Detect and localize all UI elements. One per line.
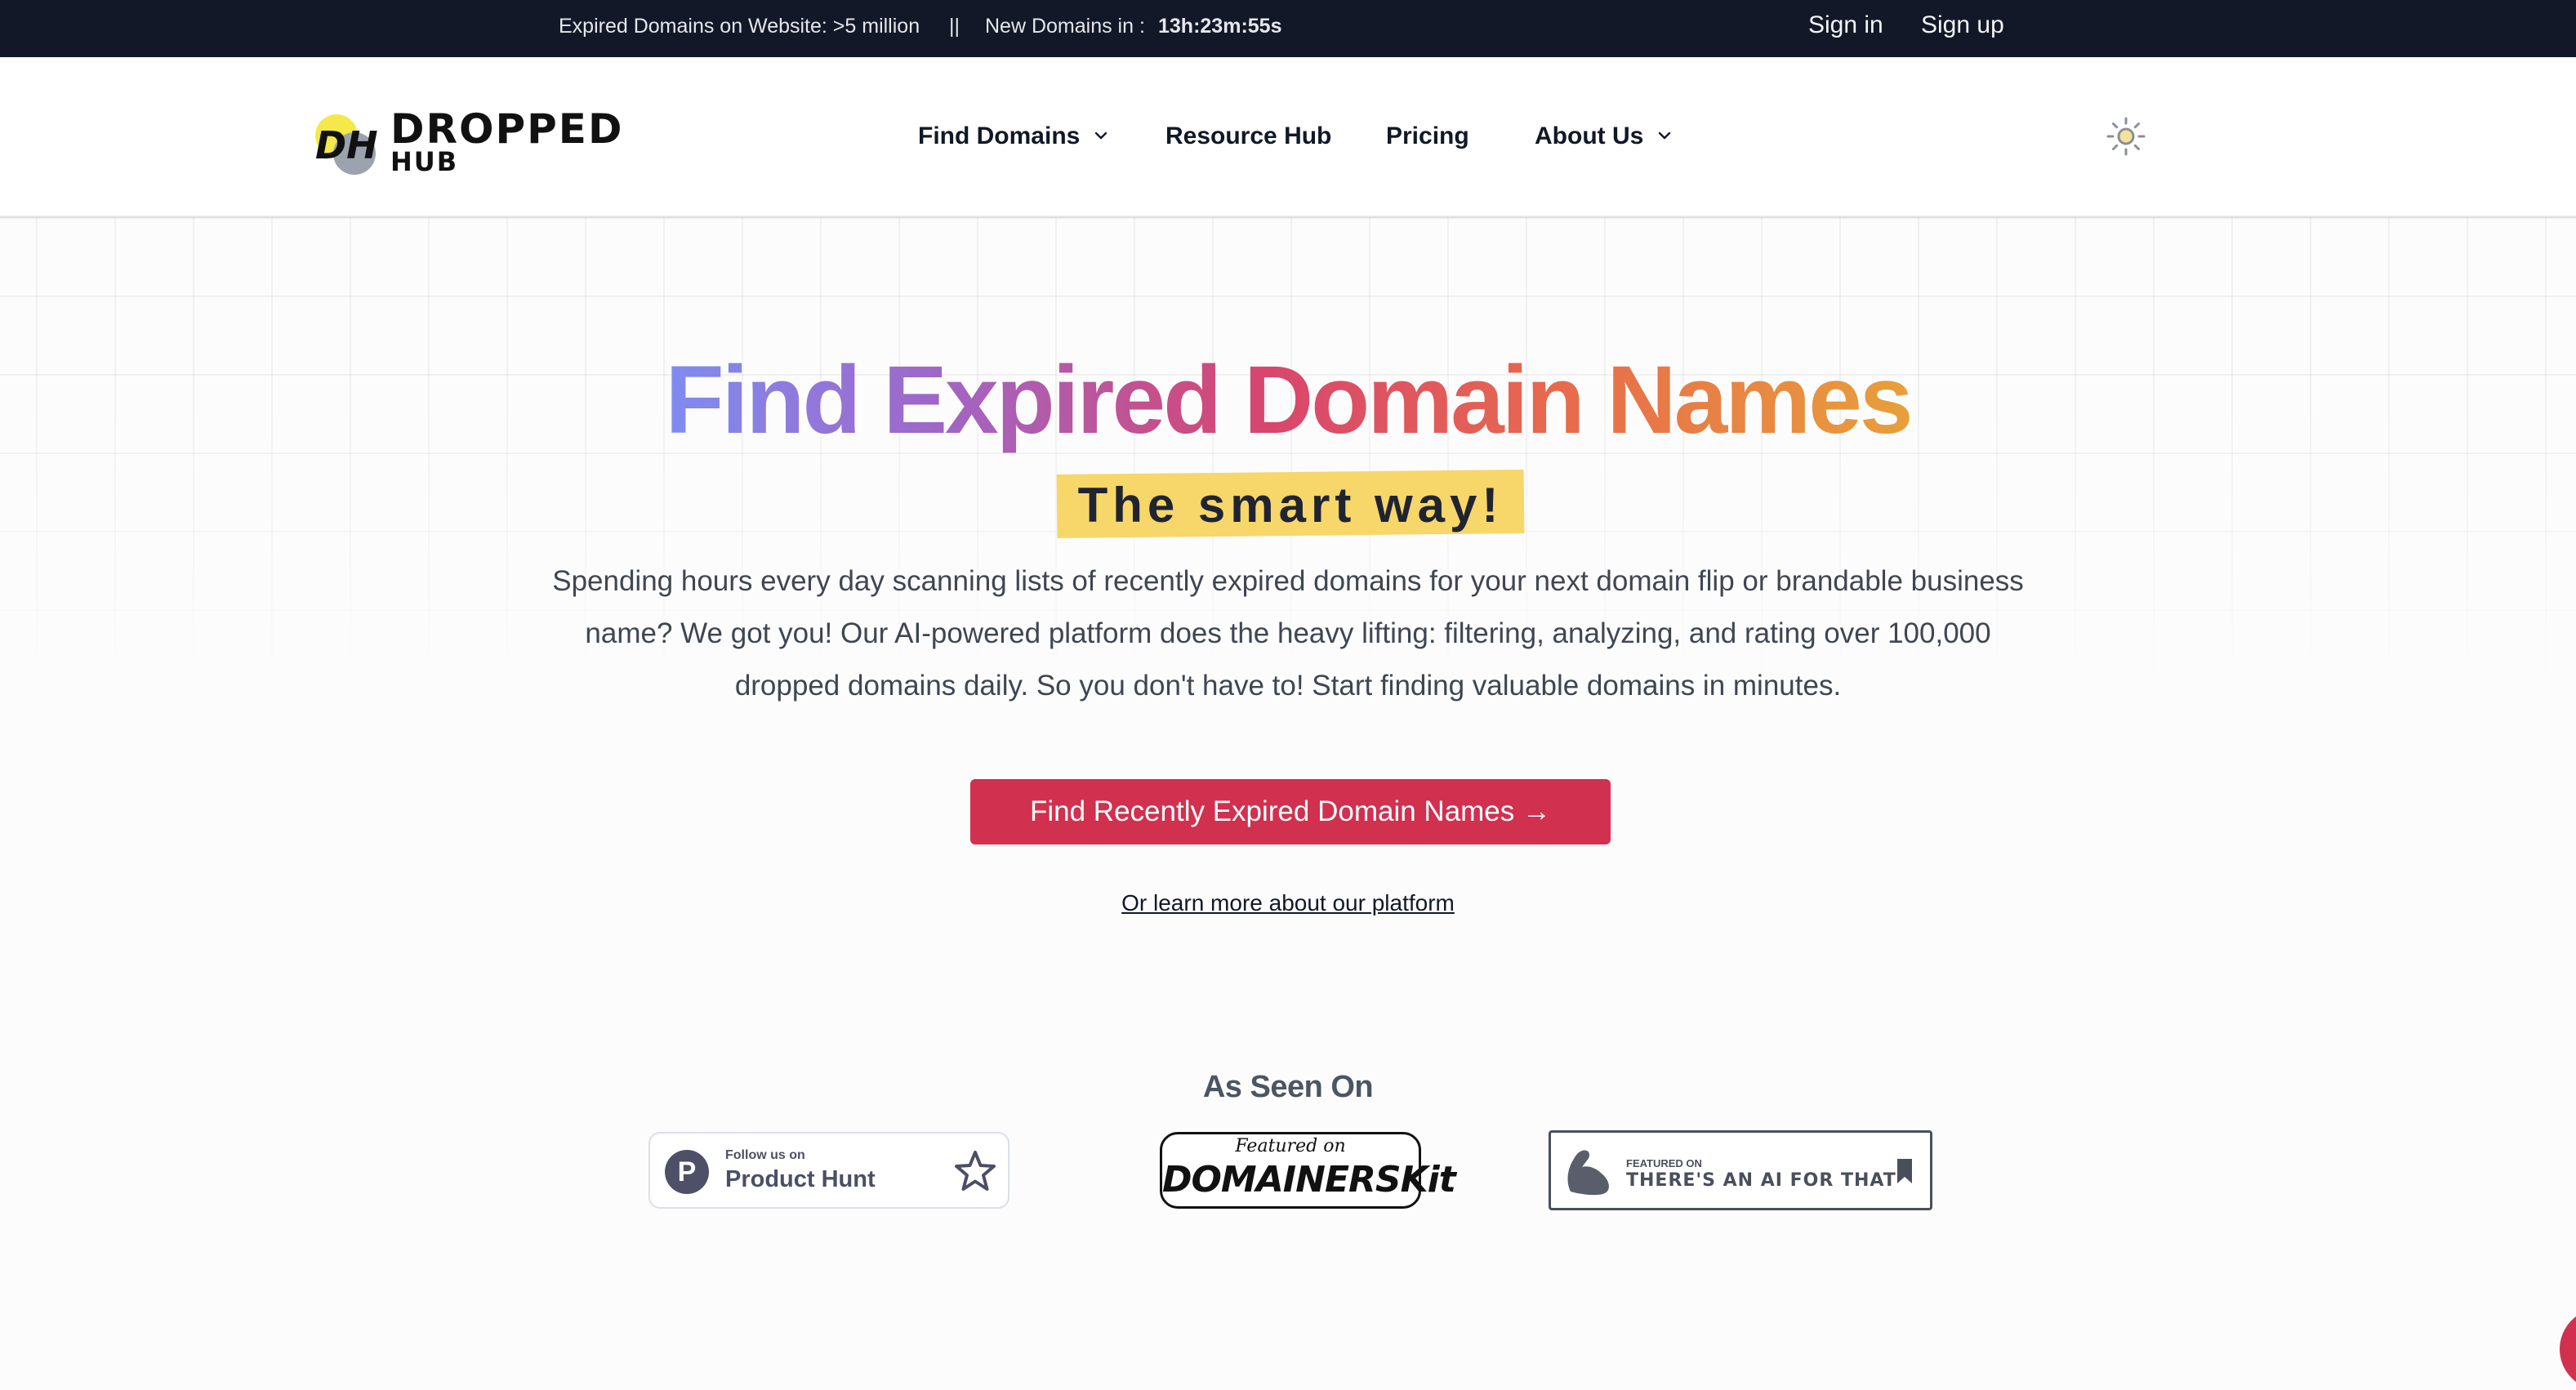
- logo-mark-icon: DH: [315, 114, 378, 175]
- ai-featured-text: FEATURED ON: [1626, 1157, 1702, 1169]
- stat-separator: ||: [949, 15, 960, 38]
- product-hunt-small-text: Follow us on: [725, 1148, 805, 1162]
- hero-title-text: Find Expired Domain Names: [665, 346, 1914, 454]
- chevron-down-icon: [1658, 131, 1670, 140]
- learn-more-link[interactable]: Or learn more about our platform: [0, 890, 2576, 916]
- nav-about-us-label: About Us: [1535, 123, 1644, 149]
- product-hunt-icon: P: [665, 1150, 709, 1194]
- new-domains-label: New Domains in :: [985, 15, 1145, 38]
- nav-find-domains[interactable]: Find Domains: [918, 123, 1108, 150]
- flexed-arm-icon: [1567, 1150, 1609, 1196]
- hero-tagline: The smart way!: [1077, 478, 1504, 532]
- chevron-down-icon: [1094, 131, 1107, 140]
- hero-title: Find Expired Domain Names: [0, 343, 2576, 457]
- nav-find-domains-label: Find Domains: [918, 123, 1081, 149]
- logo-text-dropped: DROPPED: [390, 105, 624, 153]
- product-hunt-badge[interactable]: P Follow us on Product Hunt: [648, 1132, 1009, 1209]
- sign-in-link[interactable]: Sign in: [1808, 11, 1883, 39]
- chat-widget-button[interactable]: [2560, 1308, 2576, 1390]
- theres-an-ai-for-that-badge[interactable]: FEATURED ON THERE'S AN AI FOR THAT: [1549, 1130, 1932, 1210]
- countdown-timer: 13h:23m:55s: [1158, 15, 1282, 38]
- domainerskit-name: DOMAINERSKit: [1162, 1159, 1456, 1201]
- svg-text:DH: DH: [315, 123, 378, 167]
- hero-description: Spending hours every day scanning lists …: [552, 565, 2024, 702]
- sign-up-link[interactable]: Sign up: [1921, 11, 2004, 39]
- nav-about-us[interactable]: About Us: [1535, 123, 1672, 150]
- star-icon: [955, 1151, 996, 1191]
- find-expired-domains-button[interactable]: Find Recently Expired Domain Names →: [970, 779, 1611, 844]
- expired-domains-stat: Expired Domains on Website: >5 million: [559, 15, 920, 38]
- site-header: DH DROPPED HUB Find Domains Resource Hub…: [0, 57, 2576, 218]
- sun-icon[interactable]: [2106, 116, 2146, 157]
- dropped-hub-logo[interactable]: DH DROPPED HUB: [312, 106, 622, 180]
- announcement-bar: Expired Domains on Website: >5 million |…: [0, 0, 2576, 57]
- ai-site-name: THERE'S AN AI FOR THAT: [1626, 1170, 1896, 1191]
- nav-pricing[interactable]: Pricing: [1386, 123, 1469, 150]
- domainerskit-badge[interactable]: Featured on DOMAINERSKit: [1160, 1132, 1456, 1209]
- as-seen-on-heading: As Seen On: [1202, 1070, 1374, 1104]
- nav-resource-hub[interactable]: Resource Hub: [1165, 123, 1331, 150]
- product-hunt-name: Product Hunt: [725, 1166, 876, 1192]
- bookmark-icon: [1897, 1159, 1912, 1183]
- logo-text-hub: HUB: [390, 146, 459, 177]
- domainerskit-featured-text: Featured on: [1235, 1136, 1346, 1156]
